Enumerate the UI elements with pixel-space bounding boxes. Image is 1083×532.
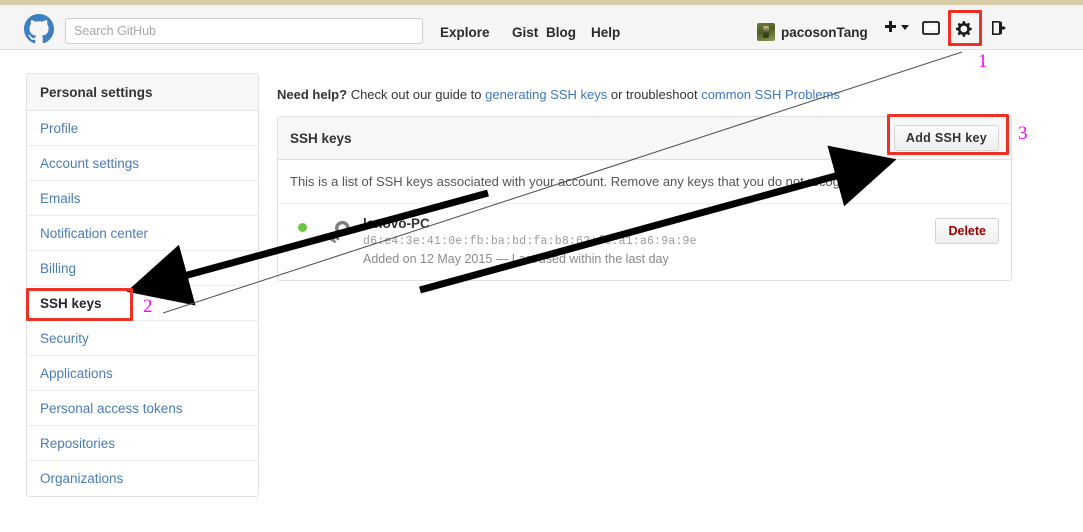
search-input[interactable] <box>65 18 423 44</box>
annotation-number-1: 1 <box>978 51 988 72</box>
user-avatar <box>757 23 775 41</box>
key-title: lenovo-PC <box>363 216 430 231</box>
panel-title: SSH keys <box>290 130 352 146</box>
key-fingerprint: d6:e4:3e:41:0e:fb:ba:bd:fa:b8:62:fc:a1:a… <box>363 235 697 248</box>
sidebar-title: Personal settings <box>27 74 258 111</box>
help-lead: Need help? <box>277 87 348 102</box>
sidebar-item-personal-access-tokens[interactable]: Personal access tokens <box>27 391 258 426</box>
user-menu[interactable]: pacosonTang <box>757 21 868 43</box>
nav-link-help[interactable]: Help <box>591 25 620 40</box>
nav-link-explore[interactable]: Explore <box>440 25 490 40</box>
plus-dropdown-icon[interactable] <box>884 20 910 34</box>
link-generating-ssh-keys[interactable]: generating SSH keys <box>485 87 607 102</box>
ssh-keys-panel-header: SSH keys Add SSH key <box>278 117 1011 160</box>
github-octocat-icon[interactable] <box>24 14 54 44</box>
ssh-keys-panel: SSH keys Add SSH key This is a list of S… <box>277 116 1012 281</box>
add-ssh-key-button[interactable]: Add SSH key <box>893 125 999 151</box>
personal-settings-sidebar: Personal settings Profile Account settin… <box>26 73 259 497</box>
inbox-icon[interactable] <box>922 20 940 35</box>
sidebar-item-ssh-keys[interactable]: SSH keys <box>27 286 258 321</box>
sidebar-item-organizations[interactable]: Organizations <box>27 461 258 496</box>
sidebar-item-notification-center[interactable]: Notification center <box>27 216 258 251</box>
site-header: Explore Gist Blog Help pacosonTang <box>0 5 1083 50</box>
link-common-ssh-problems[interactable]: common SSH Problems <box>701 87 840 102</box>
sidebar-item-emails[interactable]: Emails <box>27 181 258 216</box>
help-text-2: or troubleshoot <box>607 87 702 102</box>
delete-key-button[interactable]: Delete <box>935 218 999 244</box>
main-content: Need help? Check out our guide to genera… <box>277 73 1012 281</box>
key-status-indicator <box>298 223 307 232</box>
github-ssh-keys-settings-page: Explore Gist Blog Help pacosonTang <box>0 0 1083 532</box>
ssh-keys-description: This is a list of SSH keys associated wi… <box>278 160 1011 204</box>
sidebar-item-profile[interactable]: Profile <box>27 111 258 146</box>
sidebar-item-repositories[interactable]: Repositories <box>27 426 258 461</box>
help-text-1: Check out our guide to <box>347 87 486 102</box>
sidebar-item-security[interactable]: Security <box>27 321 258 356</box>
help-line: Need help? Check out our guide to genera… <box>277 87 1012 102</box>
sidebar-item-account-settings[interactable]: Account settings <box>27 146 258 181</box>
sign-out-icon[interactable] <box>991 20 1008 36</box>
ssh-key-row: lenovo-PC d6:e4:3e:41:0e:fb:ba:bd:fa:b8:… <box>278 204 1011 280</box>
nav-link-gist[interactable]: Gist <box>512 25 538 40</box>
gear-icon[interactable] <box>956 20 974 38</box>
annotation-number-3: 3 <box>1018 123 1028 144</box>
nav-link-blog[interactable]: Blog <box>546 25 576 40</box>
key-metadata: Added on 12 May 2015 — Last used within … <box>363 252 669 266</box>
sidebar-item-applications[interactable]: Applications <box>27 356 258 391</box>
sidebar-item-billing[interactable]: Billing <box>27 251 258 286</box>
key-icon <box>323 218 353 253</box>
user-name: pacosonTang <box>781 24 868 40</box>
key-details: lenovo-PC d6:e4:3e:41:0e:fb:ba:bd:fa:b8:… <box>363 216 935 266</box>
